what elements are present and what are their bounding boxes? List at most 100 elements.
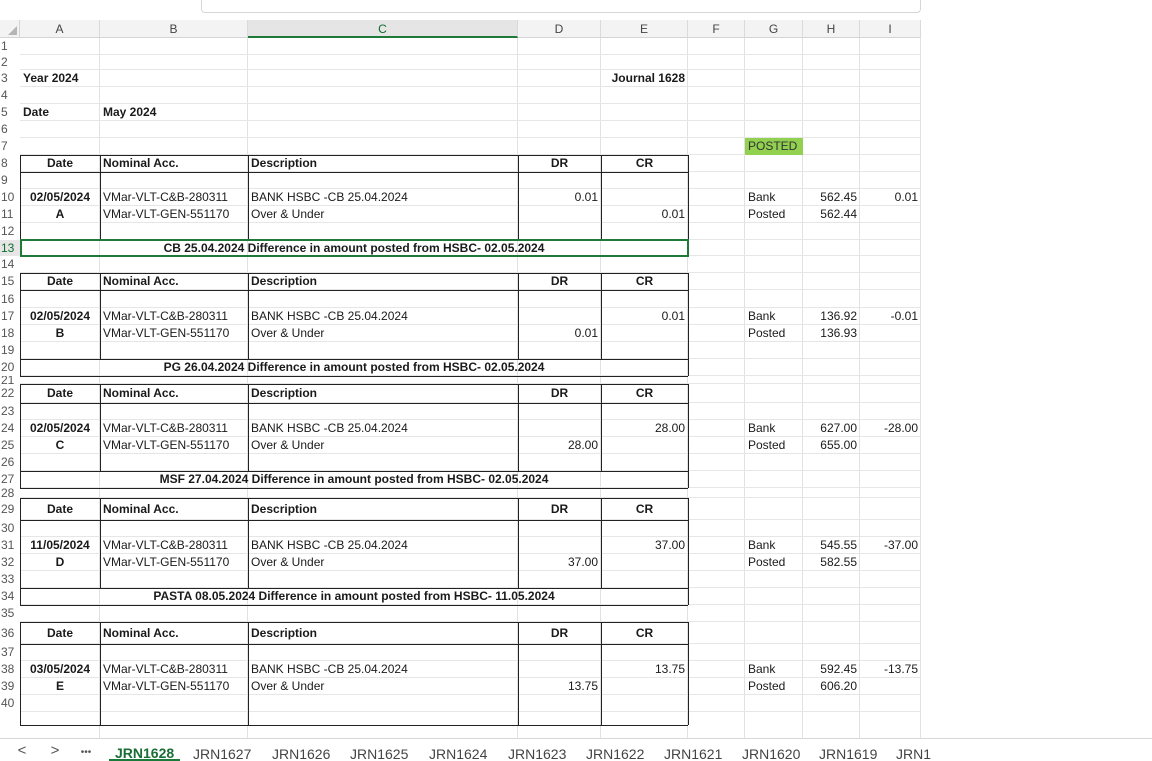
row-header-34[interactable]: 34 <box>0 588 20 605</box>
row-header-15[interactable]: 15 <box>0 273 20 290</box>
table-border <box>518 155 519 240</box>
sheet-tab-jrn1628[interactable]: JRN1628 <box>109 739 181 761</box>
row-header-17[interactable]: 17 <box>0 308 20 325</box>
sheet-tab-jrn1[interactable]: JRN1 <box>896 739 931 761</box>
row-header-40[interactable]: 40 <box>0 695 20 712</box>
sheet-tab-jrn1624[interactable]: JRN1624 <box>429 739 487 761</box>
next-sheet-icon[interactable]: > <box>45 743 65 759</box>
row-header-6[interactable]: 6 <box>0 121 20 138</box>
block-footer-note: PG 26.04.2024 Difference in amount poste… <box>163 360 545 374</box>
table-border <box>688 588 689 605</box>
entry-letter: C <box>55 438 65 452</box>
sheet-tab-jrn1627[interactable]: JRN1627 <box>193 739 251 761</box>
col-label-dr: DR <box>550 386 569 400</box>
credit-amount <box>604 325 685 342</box>
nominal-account: VMar-VLT-GEN-551170 <box>103 679 230 693</box>
table-border <box>20 290 688 291</box>
more-sheets-icon[interactable]: ••• <box>76 745 96 761</box>
row-header-18[interactable]: 18 <box>0 325 20 342</box>
entry-date: 03/05/2024 <box>29 662 91 676</box>
row-header-32[interactable]: 32 <box>0 554 20 571</box>
row-header-2[interactable]: 2 <box>0 55 20 70</box>
row-header-19[interactable]: 19 <box>0 342 20 359</box>
gridline <box>20 711 921 712</box>
sheet-tab-jrn1620[interactable]: JRN1620 <box>742 739 800 761</box>
row-header-30[interactable]: 30 <box>0 520 20 537</box>
side-difference: -13.75 <box>883 662 918 676</box>
table-border <box>248 498 249 588</box>
row-header-8[interactable]: 8 <box>0 155 20 172</box>
table-border <box>601 498 602 588</box>
credit-amount: 0.01 <box>661 309 685 323</box>
row-header-1[interactable]: 1 <box>0 38 20 55</box>
row-header-11[interactable]: 11 <box>0 206 20 223</box>
table-border <box>248 384 249 471</box>
table-border <box>20 384 21 471</box>
sheet-tab-jrn1619[interactable]: JRN1619 <box>819 739 877 761</box>
entry-letter: B <box>55 326 65 340</box>
row-header-16[interactable]: 16 <box>0 290 20 308</box>
table-border <box>248 273 249 359</box>
sheet-tab-jrn1621[interactable]: JRN1621 <box>664 739 722 761</box>
row-header-20[interactable]: 20 <box>0 359 20 376</box>
sheet-tab-jrn1622[interactable]: JRN1622 <box>586 739 644 761</box>
column-header-c[interactable]: C <box>248 20 518 38</box>
side-value: 545.55 <box>820 538 857 552</box>
side-label-posted: Posted <box>748 679 786 693</box>
column-header-d[interactable]: D <box>518 20 601 38</box>
row-header-3[interactable]: 3 <box>0 70 20 87</box>
sheet-tab-jrn1625[interactable]: JRN1625 <box>350 739 408 761</box>
col-label-date: Date <box>46 156 73 170</box>
row-header-7[interactable]: 7 <box>0 138 20 155</box>
row-header-10[interactable]: 10 <box>0 189 20 206</box>
row-header-38[interactable]: 38 <box>0 661 20 678</box>
table-border <box>601 155 602 240</box>
row-header-33[interactable]: 33 <box>0 571 20 588</box>
side-label-bank: Bank <box>748 190 776 204</box>
debit-amount <box>521 661 598 678</box>
row-header-35[interactable]: 35 <box>0 605 20 622</box>
entry-description: BANK HSBC -CB 25.04.2024 <box>251 662 408 676</box>
sheet-tab-jrn1623[interactable]: JRN1623 <box>508 739 566 761</box>
row-header-25[interactable]: 25 <box>0 437 20 454</box>
row-header-28[interactable]: 28 <box>0 488 20 498</box>
sheet-tab-jrn1626[interactable]: JRN1626 <box>272 739 330 761</box>
side-difference: -0.01 <box>890 309 918 323</box>
column-header-f[interactable]: F <box>688 20 745 38</box>
row-header-12[interactable]: 12 <box>0 223 20 240</box>
row-header-37[interactable]: 37 <box>0 644 20 661</box>
column-header-g[interactable]: G <box>745 20 803 38</box>
prev-sheet-icon[interactable]: < <box>12 743 32 759</box>
row-header-36[interactable]: 36 <box>0 622 20 644</box>
row-header-29[interactable]: 29 <box>0 498 20 520</box>
row-header-27[interactable]: 27 <box>0 471 20 488</box>
row-header-23[interactable]: 23 <box>0 403 20 420</box>
col-label-cr: CR <box>635 156 654 170</box>
row-header-31[interactable]: 31 <box>0 537 20 554</box>
column-header-i[interactable]: I <box>860 20 921 38</box>
row-header-24[interactable]: 24 <box>0 420 20 437</box>
row-header-5[interactable]: 5 <box>0 104 20 121</box>
row-header-26[interactable]: 26 <box>0 454 20 471</box>
column-header-h[interactable]: H <box>803 20 860 38</box>
select-all-corner[interactable] <box>0 20 20 38</box>
row-header-21[interactable]: 21 <box>0 376 20 384</box>
row-header-14[interactable]: 14 <box>0 256 20 273</box>
column-header-e[interactable]: E <box>601 20 688 38</box>
col-label-dr: DR <box>550 274 569 288</box>
worksheet-grid[interactable]: Year 2024 Journal 1628 Date May 2024 POSTED C… <box>20 38 921 738</box>
column-header-a[interactable]: A <box>20 20 100 38</box>
row-header-9[interactable]: 9 <box>0 172 20 189</box>
credit-amount: 0.01 <box>661 207 685 221</box>
selected-cell-range[interactable] <box>20 239 689 257</box>
table-border <box>20 488 688 489</box>
entry-date: 11/05/2024 <box>30 538 90 552</box>
row-header-13[interactable]: 13 <box>0 240 20 256</box>
side-label-bank: Bank <box>748 538 776 552</box>
row-header-22[interactable]: 22 <box>0 384 20 403</box>
column-header-b[interactable]: B <box>100 20 248 38</box>
row-header-39[interactable]: 39 <box>0 678 20 695</box>
side-value: 655.00 <box>820 438 857 452</box>
row-header-4[interactable]: 4 <box>0 87 20 104</box>
table-border <box>20 403 688 404</box>
